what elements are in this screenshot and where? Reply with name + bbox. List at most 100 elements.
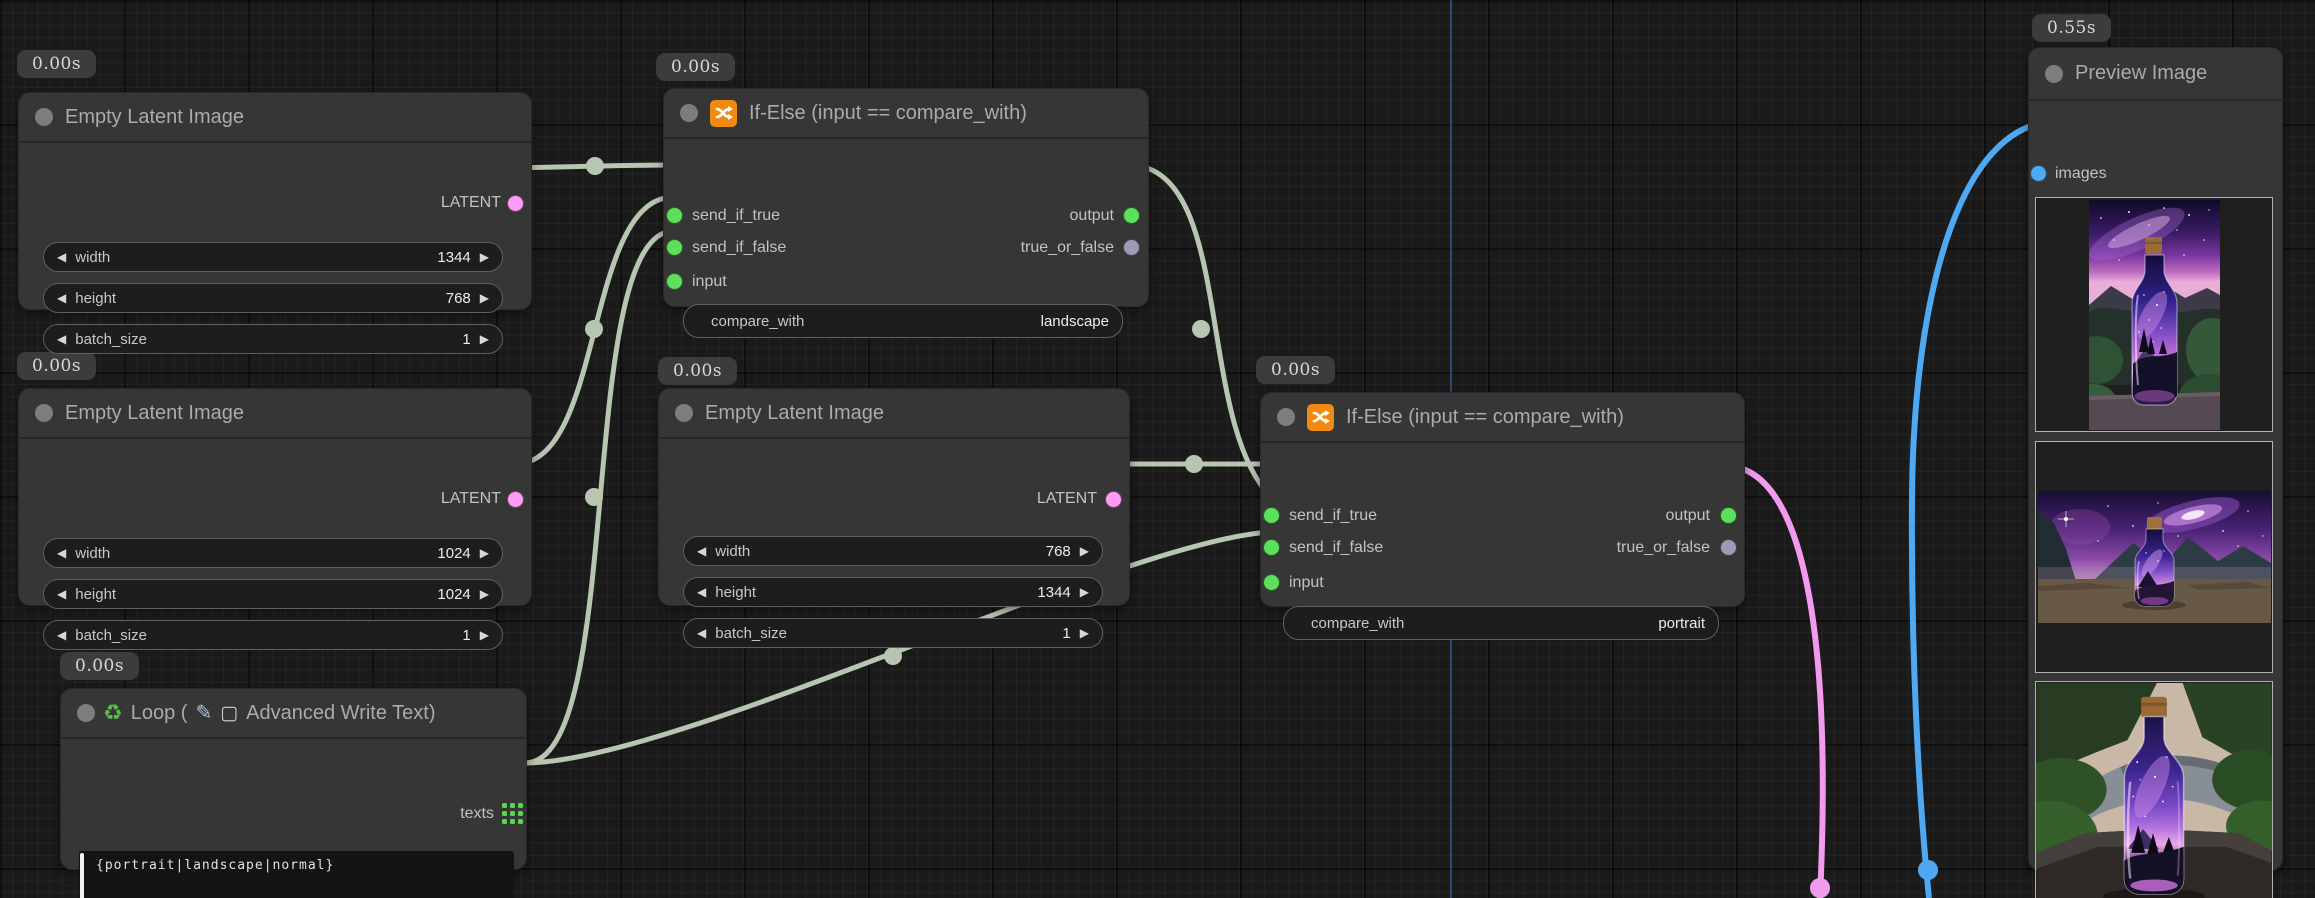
- node-header[interactable]: Empty Latent Image: [19, 389, 531, 439]
- link-dot: [884, 647, 902, 665]
- decrement-arrow-icon[interactable]: ◀: [57, 332, 66, 346]
- decrement-arrow-icon[interactable]: ◀: [57, 546, 66, 560]
- widget-value: 1344: [437, 249, 470, 266]
- galaxy-bottle-landscape: [2038, 491, 2271, 623]
- preview-image-1[interactable]: [2035, 197, 2273, 432]
- node-if-else-landscape[interactable]: If-Else (input == compare_with) send_if_…: [663, 88, 1149, 307]
- increment-arrow-icon[interactable]: ▶: [1080, 544, 1089, 558]
- widget-batch-size[interactable]: ◀ batch_size 1 ▶: [43, 620, 503, 650]
- widget-height[interactable]: ◀ height 768 ▶: [43, 283, 503, 313]
- texts-grid-slot-icon[interactable]: [502, 803, 523, 824]
- node-header[interactable]: Preview Image: [2029, 48, 2282, 101]
- node-empty-latent-image-2[interactable]: Empty Latent Image LATENT ◀ width 1024 ▶…: [18, 388, 532, 606]
- link-dot: [585, 320, 603, 338]
- widget-height[interactable]: ◀ height 1344 ▶: [683, 577, 1103, 607]
- grid-cell: [502, 819, 507, 824]
- widget-height[interactable]: ◀ height 1024 ▶: [43, 579, 503, 609]
- square-icon: ▢: [220, 704, 238, 723]
- widget-batch-size[interactable]: ◀ batch_size 1 ▶: [683, 618, 1103, 648]
- preview-image-3[interactable]: [2035, 681, 2273, 898]
- preview-image-2[interactable]: [2035, 441, 2273, 673]
- grid-cell: [502, 803, 507, 808]
- collapse-dot-icon[interactable]: [2045, 65, 2063, 83]
- widget-value: landscape: [1041, 313, 1109, 330]
- input-label: send_if_false: [1289, 537, 1383, 559]
- link-dot: [1192, 320, 1210, 338]
- widget-width[interactable]: ◀ width 1344 ▶: [43, 242, 503, 272]
- output-slot-latent[interactable]: [1105, 491, 1122, 508]
- decrement-arrow-icon[interactable]: ◀: [57, 291, 66, 305]
- widget-label: batch_size: [75, 627, 147, 644]
- collapse-dot-icon[interactable]: [680, 104, 698, 122]
- widget-label: width: [75, 545, 110, 562]
- increment-arrow-icon[interactable]: ▶: [1080, 585, 1089, 599]
- node-header[interactable]: If-Else (input == compare_with): [1261, 393, 1744, 443]
- output-label-latent: LATENT: [441, 488, 501, 510]
- decrement-arrow-icon[interactable]: ◀: [57, 628, 66, 642]
- input-label: send_if_false: [692, 237, 786, 259]
- decrement-arrow-icon[interactable]: ◀: [697, 626, 706, 640]
- increment-arrow-icon[interactable]: ▶: [480, 291, 489, 305]
- widget-label: width: [715, 543, 750, 560]
- link-dot-pink: [1810, 878, 1830, 898]
- widget-compare-with[interactable]: compare_with portrait: [1283, 606, 1719, 640]
- widget-value: 1: [1062, 625, 1070, 642]
- node-title-prefix: Loop (: [131, 702, 188, 725]
- output-label-latent: LATENT: [1037, 488, 1097, 510]
- collapse-dot-icon[interactable]: [1277, 408, 1295, 426]
- input-label: send_if_true: [1289, 505, 1377, 527]
- node-header[interactable]: ♻ Loop ( ✎ ▢ Advanced Write Text): [61, 689, 526, 739]
- output-label: true_or_false: [1617, 537, 1710, 559]
- input-slot-send-if-true[interactable]: [666, 207, 683, 224]
- input-slot-send-if-false[interactable]: [666, 239, 683, 256]
- node-header[interactable]: If-Else (input == compare_with): [664, 89, 1148, 139]
- exec-time-badge: 0.00s: [1256, 356, 1335, 384]
- widget-value: portrait: [1658, 615, 1705, 632]
- node-empty-latent-image-1[interactable]: Empty Latent Image LATENT ◀ width 1344 ▶…: [18, 92, 532, 310]
- node-preview-image[interactable]: Preview Image images: [2028, 47, 2283, 871]
- text-value: {portrait|landscape|normal}: [96, 858, 334, 873]
- output-slot-output[interactable]: [1123, 207, 1140, 224]
- widget-width[interactable]: ◀ width 1024 ▶: [43, 538, 503, 568]
- input-slot-send-if-true[interactable]: [1263, 507, 1280, 524]
- increment-arrow-icon[interactable]: ▶: [480, 587, 489, 601]
- increment-arrow-icon[interactable]: ▶: [480, 250, 489, 264]
- node-if-else-portrait[interactable]: If-Else (input == compare_with) send_if_…: [1260, 392, 1745, 607]
- node-loop-advanced-write-text[interactable]: ♻ Loop ( ✎ ▢ Advanced Write Text) texts …: [60, 688, 527, 870]
- input-slot-input[interactable]: [1263, 574, 1280, 591]
- input-slot-send-if-false[interactable]: [1263, 539, 1280, 556]
- increment-arrow-icon[interactable]: ▶: [1080, 626, 1089, 640]
- exec-time-badge: 0.00s: [658, 357, 737, 385]
- output-slot-output[interactable]: [1720, 507, 1737, 524]
- collapse-dot-icon[interactable]: [675, 404, 693, 422]
- node-header[interactable]: Empty Latent Image: [19, 93, 531, 143]
- widget-value: 1024: [437, 545, 470, 562]
- widget-value: 768: [446, 290, 471, 307]
- collapse-dot-icon[interactable]: [77, 704, 95, 722]
- increment-arrow-icon[interactable]: ▶: [480, 546, 489, 560]
- decrement-arrow-icon[interactable]: ◀: [697, 544, 706, 558]
- decrement-arrow-icon[interactable]: ◀: [697, 585, 706, 599]
- decrement-arrow-icon[interactable]: ◀: [57, 587, 66, 601]
- decrement-arrow-icon[interactable]: ◀: [57, 250, 66, 264]
- increment-arrow-icon[interactable]: ▶: [480, 628, 489, 642]
- increment-arrow-icon[interactable]: ▶: [480, 332, 489, 346]
- output-slot-true-or-false[interactable]: [1123, 239, 1140, 256]
- collapse-dot-icon[interactable]: [35, 404, 53, 422]
- widget-batch-size[interactable]: ◀ batch_size 1 ▶: [43, 324, 503, 354]
- widget-compare-with[interactable]: compare_with landscape: [683, 304, 1123, 338]
- output-slot-true-or-false[interactable]: [1720, 539, 1737, 556]
- output-slot-latent[interactable]: [507, 491, 524, 508]
- shuffle-icon: [1307, 404, 1334, 431]
- collapse-dot-icon[interactable]: [35, 108, 53, 126]
- widget-width[interactable]: ◀ width 768 ▶: [683, 536, 1103, 566]
- node-empty-latent-image-3[interactable]: Empty Latent Image LATENT ◀ width 768 ▶ …: [658, 388, 1130, 606]
- input-slot-input[interactable]: [666, 273, 683, 290]
- input-slot-images[interactable]: [2030, 165, 2047, 182]
- node-header[interactable]: Empty Latent Image: [659, 389, 1129, 439]
- node-graph-canvas[interactable]: 0.00s 0.00s 0.00s 0.00s 0.00s 0.00s 0.55…: [0, 0, 2315, 898]
- input-label: input: [1289, 572, 1324, 594]
- widget-label: width: [75, 249, 110, 266]
- output-slot-latent[interactable]: [507, 195, 524, 212]
- text-widget[interactable]: {portrait|landscape|normal}: [79, 851, 514, 898]
